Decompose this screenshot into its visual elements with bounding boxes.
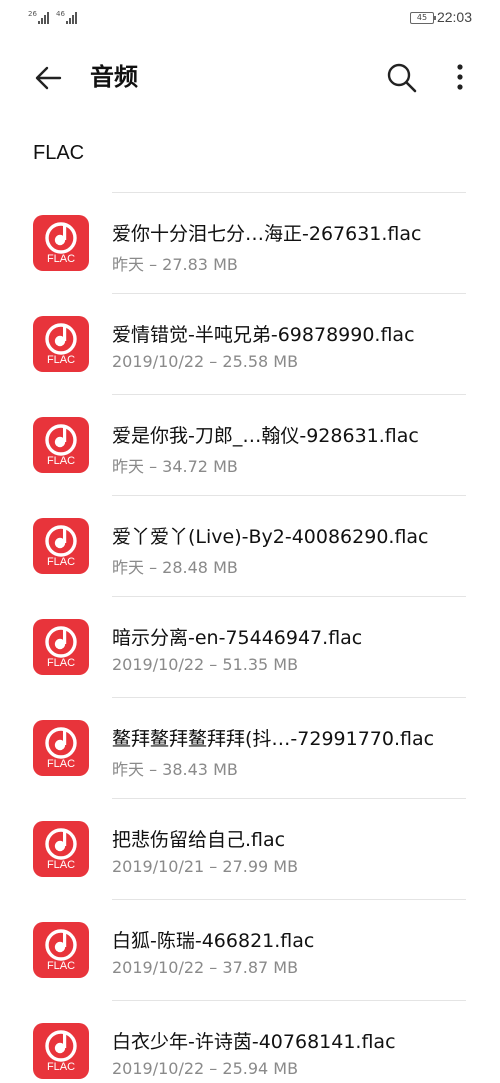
flac-file-icon: FLAC — [33, 518, 89, 574]
file-meta: 昨天 – 34.72 MB — [112, 457, 238, 476]
flac-file-icon: FLAC — [33, 821, 89, 877]
file-type-label: FLAC — [46, 253, 76, 265]
list-item[interactable]: FLAC 爱你十分泪七分…海正-267631.flac 昨天 – 27.83 MB — [0, 193, 500, 293]
file-name: 爱情错觉-半吨兄弟-69878990.flac — [112, 324, 415, 346]
signal-1-icon: 26 — [28, 11, 49, 24]
flac-file-icon: FLAC — [33, 316, 89, 372]
list-item[interactable]: FLAC 白衣少年-许诗茵-40768141.flac 2019/10/22 – 2… — [0, 1001, 500, 1083]
file-meta: 昨天 – 27.83 MB — [112, 255, 238, 274]
file-type-label: FLAC — [46, 960, 76, 972]
list-item[interactable]: FLAC 爱情错觉-半吨兄弟-69878990.flac 2019/10/22 – … — [0, 294, 500, 394]
file-type-label: FLAC — [46, 1061, 76, 1073]
file-meta: 昨天 – 38.43 MB — [112, 760, 238, 779]
file-type-label: FLAC — [46, 657, 76, 669]
file-meta: 2019/10/22 – 25.58 MB — [112, 352, 299, 371]
back-arrow-icon[interactable] — [30, 60, 66, 96]
file-name: 白狐-陈瑞-466821.flac — [112, 930, 315, 952]
file-meta: 2019/10/22 – 51.35 MB — [112, 655, 299, 674]
list-item[interactable]: FLAC 白狐-陈瑞-466821.flac 2019/10/22 – 37.87 … — [0, 900, 500, 1000]
clock: 22:03 — [436, 9, 472, 25]
file-name: 白衣少年-许诗茵-40768141.flac — [112, 1031, 396, 1053]
file-name: 把悲伤留给自己.flac — [112, 829, 286, 851]
file-name: 爱是你我-刀郎_…翰仪-928631.flac — [112, 425, 419, 447]
flac-file-icon: FLAC — [33, 720, 89, 776]
file-type-label: FLAC — [46, 556, 76, 568]
flac-file-icon: FLAC — [33, 417, 89, 473]
file-meta: 2019/10/22 – 37.87 MB — [112, 958, 299, 977]
battery-icon: 45 — [410, 12, 436, 24]
flac-file-icon: FLAC — [33, 215, 89, 271]
file-name: 爱你十分泪七分…海正-267631.flac — [112, 223, 422, 245]
search-icon[interactable] — [384, 60, 420, 96]
list-item[interactable]: FLAC 爱是你我-刀郎_…翰仪-928631.flac 昨天 – 34.72 MB — [0, 395, 500, 495]
more-options-icon[interactable] — [448, 60, 472, 96]
flac-file-icon: FLAC — [33, 922, 89, 978]
file-type-label: FLAC — [46, 859, 76, 871]
file-meta: 2019/10/22 – 25.94 MB — [112, 1059, 299, 1078]
signal-2-icon: 46 — [56, 11, 77, 24]
file-name: 鳌拜鳌拜鳌拜拜(抖…-72991770.flac — [112, 728, 435, 750]
file-name: 暗示分离-en-75446947.flac — [112, 627, 363, 649]
signal-1-label: 26 — [28, 10, 37, 18]
file-type-label: FLAC — [46, 758, 76, 770]
flac-file-icon: FLAC — [33, 619, 89, 675]
file-name: 爱丫爱丫(Live)-By2-40086290.flac — [112, 526, 429, 548]
file-type-label: FLAC — [46, 354, 76, 366]
app-bar: 音频 — [0, 50, 500, 106]
file-meta: 2019/10/21 – 27.99 MB — [112, 857, 299, 876]
page-title: 音频 — [90, 63, 138, 91]
section-label: FLAC — [33, 142, 85, 164]
list-item[interactable]: FLAC 把悲伤留给自己.flac 2019/10/21 – 27.99 MB — [0, 799, 500, 899]
file-meta: 昨天 – 28.48 MB — [112, 558, 238, 577]
file-type-label: FLAC — [46, 455, 76, 467]
file-list: FLAC 爱你十分泪七分…海正-267631.flac 昨天 – 27.83 MB F… — [0, 192, 500, 1083]
battery-level: 45 — [416, 13, 428, 22]
list-item[interactable]: FLAC 鳌拜鳌拜鳌拜拜(抖…-72991770.flac 昨天 – 38.43 M… — [0, 698, 500, 798]
list-item[interactable]: FLAC 爱丫爱丫(Live)-By2-40086290.flac 昨天 – 28.… — [0, 496, 500, 596]
list-item[interactable]: FLAC 暗示分离-en-75446947.flac 2019/10/22 – 51… — [0, 597, 500, 697]
flac-file-icon: FLAC — [33, 1023, 89, 1079]
signal-2-label: 46 — [56, 10, 65, 18]
status-bar: 26 46 45 22:03 — [0, 0, 500, 36]
